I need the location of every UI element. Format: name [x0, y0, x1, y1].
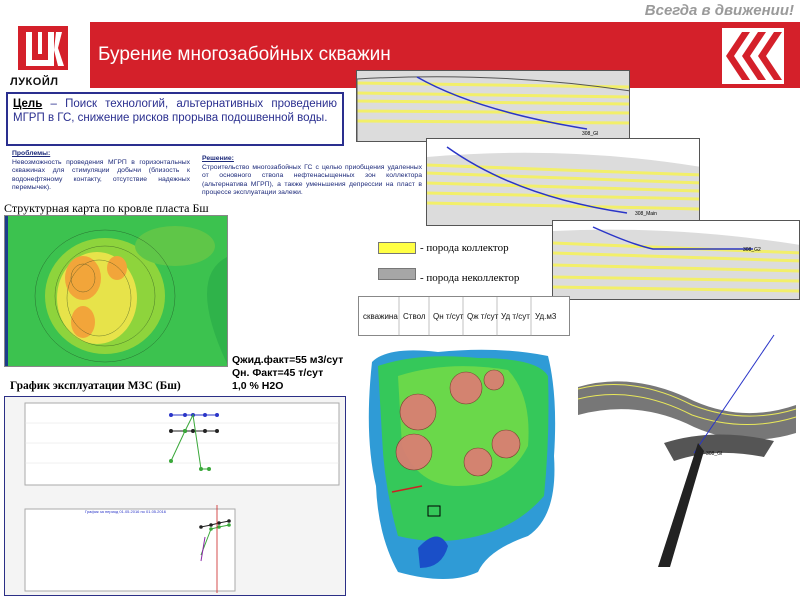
table-header-well: скважина	[363, 312, 398, 321]
problems-text: Невозможность проведения МГРП в горизонт…	[12, 158, 190, 192]
legend-noncollector-swatch	[378, 268, 416, 280]
section-2-label: 308_Main	[635, 211, 657, 217]
section-1: 308_Gl	[356, 70, 630, 142]
problems-heading: Проблемы:	[12, 150, 51, 157]
legend-collector-swatch	[378, 242, 416, 254]
struct-map-title: Структурная карта по кровле пласта Бш	[4, 201, 209, 215]
render-3d-label: 308_Gl	[706, 451, 722, 457]
table-header-qliq: Qж т/сут	[467, 312, 499, 321]
solution-block: Решение: Строительство многозабойных ГС …	[202, 155, 422, 198]
goal-text: – Поиск технологий, альтернативных прове…	[13, 98, 337, 124]
solution-text: Строительство многозабойных ГС с целью п…	[202, 163, 422, 197]
well-table-header: скважина Ствол Qн т/сут Qж т/сут Уд т/су…	[358, 296, 570, 337]
well-table-header-grid: скважина Ствол Qн т/сут Qж т/сут Уд т/су…	[363, 297, 557, 337]
goal-box: Цель – Поиск технологий, альтернативных …	[6, 92, 344, 146]
section-1-plot: 308_Gl	[357, 71, 629, 141]
logo-text: ЛУКОЙЛ	[10, 76, 59, 88]
slogan: Всегда в движении!	[644, 2, 794, 19]
struct-map-plot	[5, 216, 227, 366]
chevrons-icon	[722, 28, 784, 84]
top-bar: Всегда в движении!	[0, 0, 800, 22]
graph-subtitle: График за период 01.05.2016 по 01.05.201…	[85, 509, 167, 514]
legend-noncollector-label: - порода неколлектор	[420, 272, 520, 284]
production-liquid-rate: Qжид.факт=55 м3/сут	[232, 354, 344, 366]
section-3: 308_G2	[552, 220, 800, 300]
well-map-plot	[358, 336, 570, 598]
table-header-ud: Уд т/сут	[501, 312, 530, 321]
operation-graph-plot: График за период 01.05.2016 по 01.05.201…	[24, 402, 340, 593]
section-3-label: 308_G2	[743, 247, 761, 253]
struct-map	[4, 215, 228, 367]
section-1-label: 308_Gl	[582, 131, 598, 137]
production-metrics: Qжид.факт=55 м3/сут Qн. Факт=45 т/сут 1,…	[232, 354, 343, 393]
render-3d: 308_Gl	[574, 305, 800, 600]
lukoil-logo-icon	[18, 26, 68, 70]
solution-heading: Решение:	[202, 155, 234, 162]
well-map	[358, 336, 570, 598]
goal-label: Цель	[13, 98, 43, 110]
operation-graph: График за период 01.05.2016 по 01.05.201…	[4, 396, 346, 596]
graph-title: График эксплуатации МЗС (Бш)	[10, 380, 181, 392]
section-2: 308_Main	[426, 138, 700, 226]
logo: ЛУКОЙЛ	[0, 22, 90, 88]
table-header-qoil: Qн т/сут	[433, 312, 464, 321]
problems-block: Проблемы: Невозможность проведения МГРП …	[12, 150, 190, 193]
legend-collector-label: - порода коллектор	[420, 242, 509, 254]
section-2-plot: 308_Main	[427, 139, 699, 225]
section-3-plot: 308_G2	[553, 221, 799, 299]
render-3d-plot: 308_Gl	[574, 305, 800, 600]
table-header-trunk: Ствол	[403, 312, 426, 321]
table-header-udm3: Уд.м3	[535, 312, 557, 321]
page-title: Бурение многозабойных скважин	[98, 44, 391, 65]
production-water-cut: 1,0 % Н2О	[232, 380, 284, 392]
production-oil-rate: Qн. Факт=45 т/сут	[232, 367, 324, 379]
